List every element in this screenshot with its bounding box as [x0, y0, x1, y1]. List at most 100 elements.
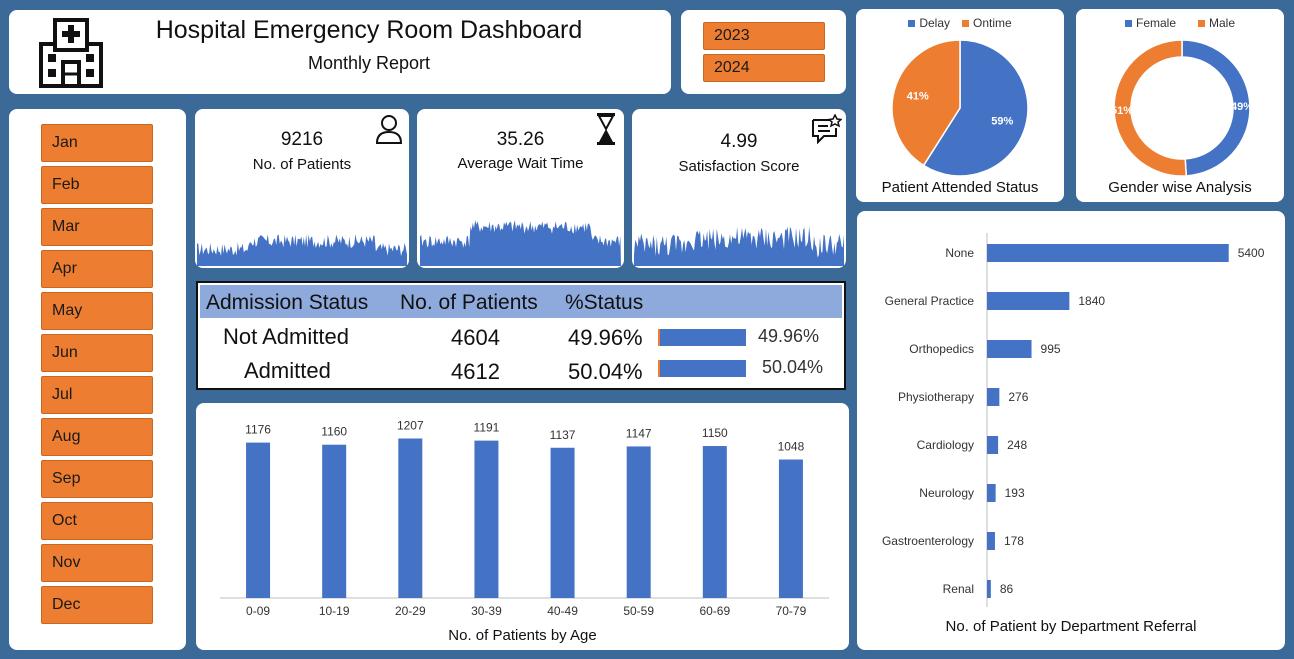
- department-bar: [987, 244, 1229, 262]
- month-button-feb[interactable]: Feb: [41, 166, 153, 204]
- kpi-card-satisfaction: 4.99 Satisfaction Score: [632, 109, 846, 268]
- admission-pct-cell: 49.96%: [568, 325, 643, 350]
- department-data-label: 248: [1007, 438, 1027, 452]
- hourglass-icon: [597, 113, 615, 145]
- year-button-2023[interactable]: 2023: [703, 22, 825, 50]
- admission-count-cell: 4612: [451, 359, 500, 384]
- age-chart-card: 1176 0-09 1160 10-19 1207 20-29 1191 30-39 1137 4…: [196, 403, 849, 650]
- sparkline-area: [197, 234, 407, 266]
- year-button-2024[interactable]: 2024: [703, 54, 825, 82]
- gender-legend: Female Male: [1076, 16, 1284, 30]
- department-tick-label: Gastroenterology: [882, 534, 974, 548]
- sparkline-patients: [197, 234, 407, 266]
- month-button-aug[interactable]: Aug: [41, 418, 153, 456]
- department-data-label: 193: [1005, 486, 1025, 500]
- department-tick-label: General Practice: [885, 294, 975, 308]
- department-tick-label: Renal: [943, 582, 974, 596]
- age-data-label: 1147: [626, 426, 652, 440]
- hospital-building-icon: [39, 18, 103, 88]
- department-chart-title: No. of Patient by Department Referral: [945, 618, 1197, 635]
- admission-header-count: No. of Patients: [400, 291, 538, 314]
- admission-data-bar: [658, 329, 746, 346]
- page-subtitle: Monthly Report: [307, 53, 431, 73]
- month-button-jun[interactable]: Jun: [41, 334, 153, 372]
- department-data-label: 1840: [1078, 294, 1105, 308]
- department-bar: [987, 484, 996, 502]
- admission-header-status: Admission Status: [206, 291, 369, 314]
- age-data-label: 1191: [474, 421, 500, 435]
- age-tick-label: 50-59: [623, 604, 654, 618]
- month-button-nov[interactable]: Nov: [41, 544, 153, 582]
- department-data-label: 5400: [1238, 246, 1265, 260]
- kpi-label: No. of Patients: [252, 156, 352, 173]
- age-bar: [398, 438, 423, 598]
- age-data-label: 1160: [321, 425, 347, 439]
- age-chart-title: No. of Patients by Age: [448, 627, 597, 644]
- admission-data-bar: [658, 360, 746, 377]
- admission-row-not-admitted: Not Admitted 4604 49.96% 49.96%: [198, 321, 844, 355]
- legend-item-delay: Delay: [908, 16, 950, 30]
- age-bar: [702, 446, 727, 598]
- admission-status-cell: Admitted: [244, 358, 331, 383]
- header-card: Hospital Emergency Room Dashboard Monthl…: [9, 10, 671, 94]
- admission-pct-cell: 50.04%: [568, 359, 643, 384]
- page-title: Hospital Emergency Room Dashboard: [155, 16, 583, 44]
- legend-item-ontime: Ontime: [962, 16, 1012, 30]
- kpi-card-patients: 9216 No. of Patients: [195, 109, 409, 268]
- age-tick-label: 20-29: [395, 604, 426, 618]
- department-data-label: 995: [1041, 342, 1061, 356]
- age-tick-label: 10-19: [319, 604, 350, 618]
- admission-status-cell: Not Admitted: [223, 324, 349, 349]
- pie-data-label: 59%: [991, 115, 1013, 127]
- person-icon: [375, 115, 403, 144]
- admission-table: Admission Status No. of Patients %Status…: [196, 281, 846, 390]
- admission-count-cell: 4604: [451, 325, 500, 350]
- month-button-mar[interactable]: Mar: [41, 208, 153, 246]
- gender-chart-title: Gender wise Analysis: [1108, 179, 1252, 196]
- month-button-sep[interactable]: Sep: [41, 460, 153, 498]
- kpi-value: 35.26: [496, 129, 545, 150]
- attended-legend: Delay Ontime: [856, 16, 1064, 30]
- month-button-may[interactable]: May: [41, 292, 153, 330]
- department-bar: [987, 340, 1032, 358]
- age-tick-label: 30-39: [471, 604, 502, 618]
- department-bar: [987, 388, 1000, 406]
- month-button-dec[interactable]: Dec: [41, 586, 153, 624]
- month-button-oct[interactable]: Oct: [41, 502, 153, 540]
- pie-data-label: 41%: [907, 91, 929, 103]
- kpi-card-wait-time: 35.26 Average Wait Time: [417, 109, 624, 268]
- legend-item-female: Female: [1124, 16, 1176, 30]
- gender-donut-chart: 49% 51%: [1111, 39, 1253, 177]
- month-sidebar: Jan Feb Mar Apr May Jun Jul Aug Sep Oct …: [9, 109, 186, 650]
- department-bar: [987, 532, 995, 550]
- attended-chart-card: Delay Ontime 59% 41% Patient Attended Sta…: [856, 9, 1064, 202]
- department-data-label: 276: [1008, 390, 1028, 404]
- admission-header-pct: %Status: [565, 291, 644, 314]
- age-tick-label: 40-49: [547, 604, 578, 618]
- age-data-label: 1176: [245, 423, 271, 437]
- month-button-jan[interactable]: Jan: [41, 124, 153, 162]
- department-data-label: 178: [1004, 534, 1024, 548]
- year-card: 2023 2024: [681, 10, 846, 94]
- age-bar: [778, 459, 803, 598]
- gender-chart-card: Female Male 49% 51% Gender wise Analysis: [1076, 9, 1284, 202]
- sparkline-satisfaction: [634, 226, 844, 266]
- department-data-label: 86: [1000, 582, 1014, 596]
- age-data-label: 1137: [550, 428, 576, 442]
- month-button-apr[interactable]: Apr: [41, 250, 153, 288]
- department-bar: [987, 580, 991, 598]
- department-bar: [987, 292, 1070, 310]
- age-bar: [474, 440, 499, 598]
- department-tick-label: Physiotherapy: [898, 390, 974, 404]
- month-button-jul[interactable]: Jul: [41, 376, 153, 414]
- admission-header-row: Admission Status No. of Patients %Status: [200, 285, 842, 318]
- pie-data-label: 49%: [1231, 101, 1253, 113]
- attended-chart-title: Patient Attended Status: [881, 179, 1039, 196]
- legend-item-male: Male: [1198, 16, 1235, 30]
- age-data-label: 1048: [778, 440, 805, 454]
- admission-row-admitted: Admitted 4612 50.04% 50.04%: [198, 355, 844, 389]
- department-tick-label: None: [945, 246, 974, 260]
- chat-star-icon: [812, 114, 842, 144]
- age-data-label: 1207: [397, 419, 424, 433]
- department-tick-label: Orthopedics: [909, 342, 974, 356]
